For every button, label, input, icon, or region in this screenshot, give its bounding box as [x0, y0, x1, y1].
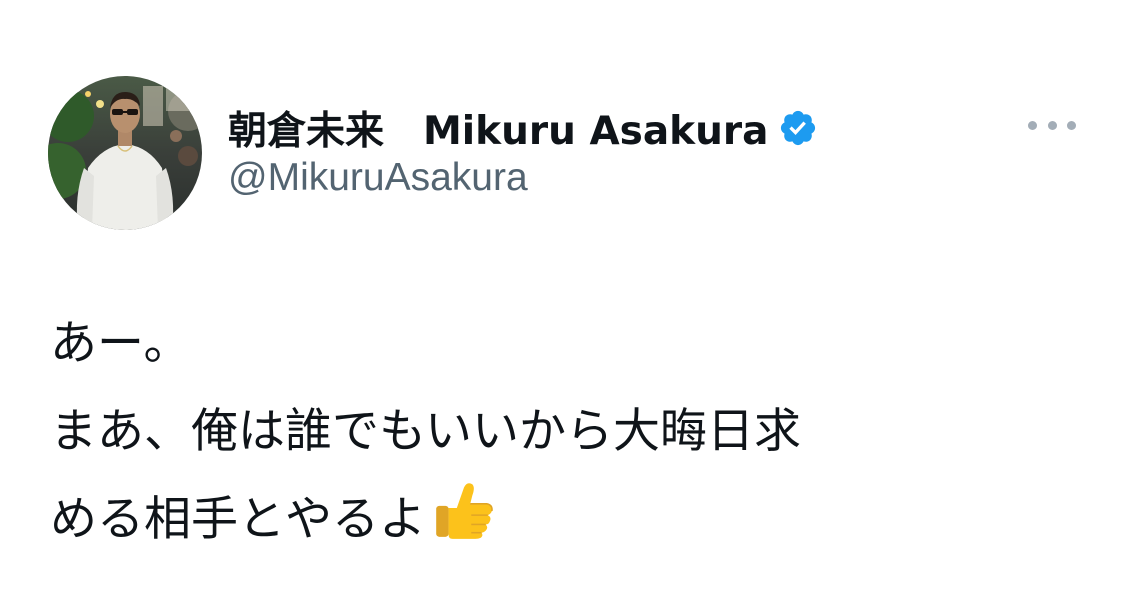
tweet-text-line: める相手とやるよ — [50, 492, 426, 547]
tweet-text-line-last: める相手とやるよ — [50, 476, 1090, 564]
profile-photo — [48, 76, 202, 230]
author-name-row[interactable]: 朝倉未来 Mikuru Asakura — [228, 98, 818, 158]
avatar[interactable] — [48, 76, 202, 230]
thumbs-up-icon — [430, 477, 496, 543]
verified-badge-icon — [778, 108, 818, 148]
display-name[interactable]: 朝倉未来 Mikuru Asakura — [228, 100, 768, 156]
more-dot — [1028, 120, 1037, 130]
tweet-text-line: あー。 — [50, 316, 191, 371]
more-dot — [1047, 120, 1057, 130]
tweet-text: あー。 まあ、俺は誰でもいいから大晦日求 める相手とやるよ — [50, 300, 1090, 564]
tweet-card: 朝倉未来 Mikuru Asakura @MikuruAsakura あー。 ま… — [0, 0, 1125, 592]
author-handle[interactable]: @MikuruAsakura — [228, 156, 528, 200]
more-dot — [1067, 120, 1076, 130]
tweet-text-line: まあ、俺は誰でもいいから大晦日求 — [50, 404, 802, 459]
more-dots-icon[interactable] — [1028, 112, 1076, 138]
